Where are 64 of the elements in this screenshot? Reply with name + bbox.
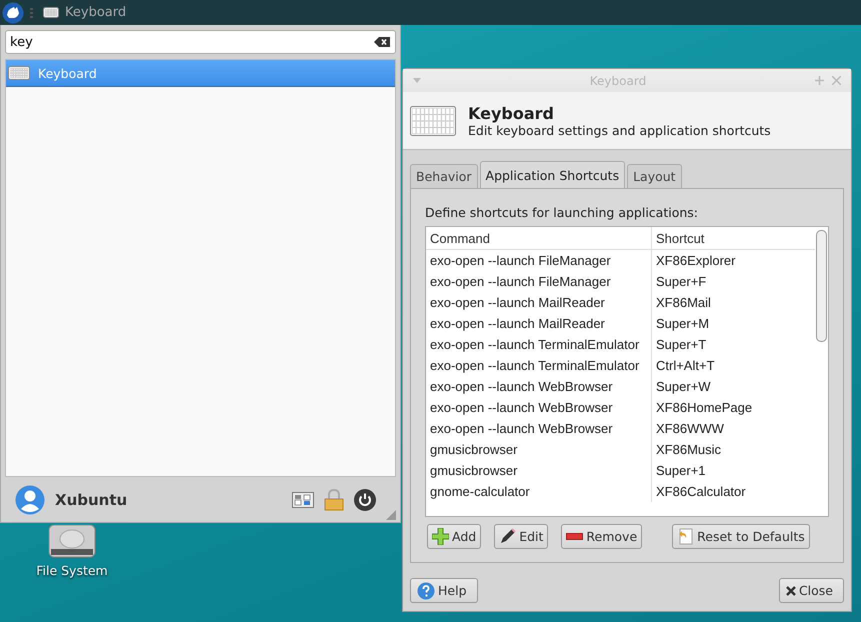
scrollbar-thumb[interactable] bbox=[816, 230, 827, 342]
desktop-icon-label[interactable]: File System bbox=[36, 563, 108, 578]
keyboard-icon bbox=[43, 7, 59, 18]
table-cell-text: Super+M bbox=[655, 316, 710, 331]
tab[interactable]: Behavior bbox=[410, 164, 478, 188]
add-button[interactable]: Add bbox=[427, 524, 482, 548]
revert-document-icon bbox=[677, 528, 694, 544]
table-cell: exo-open --launch WebBrowser bbox=[426, 397, 652, 418]
table-cell-text: Super+W bbox=[655, 379, 711, 394]
table-cell-text: Super+1 bbox=[655, 463, 706, 478]
table-cell-text: XF86Calculator bbox=[655, 484, 746, 499]
table-cell: gnome-calculator bbox=[426, 481, 652, 502]
keyboard-icon bbox=[410, 106, 456, 136]
handle-icon bbox=[30, 8, 33, 18]
tab[interactable]: Application Shortcuts bbox=[480, 161, 626, 188]
dialog-subtitle: Edit keyboard settings and application shortcuts bbox=[468, 122, 771, 138]
search-field[interactable]: key bbox=[5, 30, 396, 54]
table-cell-text: XF86WWW bbox=[655, 421, 724, 436]
resize-grip-icon[interactable] bbox=[386, 510, 396, 520]
table-cell: exo-open --launch MailReader bbox=[426, 313, 652, 334]
table-cell-text: XF86Explorer bbox=[655, 253, 736, 268]
user-name: Xubuntu bbox=[55, 490, 128, 508]
settings-manager-icon[interactable] bbox=[292, 492, 314, 508]
close-icon[interactable] bbox=[832, 76, 841, 86]
column-header[interactable]: Command bbox=[426, 227, 652, 249]
help-button[interactable]: Help bbox=[410, 578, 478, 603]
table-cell-text: Super+T bbox=[655, 337, 706, 352]
table-cell: exo-open --launch TerminalEmulator bbox=[426, 355, 652, 376]
clear-icon[interactable] bbox=[374, 37, 390, 47]
reset-button[interactable]: Reset to Defaults bbox=[672, 524, 810, 548]
window-title: Keyboard bbox=[588, 74, 648, 88]
dialog-heading: Keyboard bbox=[468, 104, 555, 123]
table-cell-text: XF86Mail bbox=[655, 295, 711, 310]
table-cell-text: XF86Music bbox=[655, 442, 722, 457]
taskbar-button[interactable]: Keyboard bbox=[39, 5, 130, 20]
table-cell: exo-open --launch WebBrowser bbox=[426, 418, 652, 439]
table-cell-text: Super+F bbox=[655, 274, 706, 289]
window-menu-icon[interactable] bbox=[413, 78, 421, 84]
table-cell: exo-open --launch FileManager bbox=[426, 250, 652, 271]
column-header[interactable]: Shortcut bbox=[652, 230, 704, 246]
table-cell: exo-open --launch WebBrowser bbox=[426, 376, 652, 397]
close-button[interactable]: Close bbox=[778, 578, 844, 603]
pencil-icon bbox=[499, 528, 516, 544]
remove-button[interactable]: Remove bbox=[561, 524, 642, 548]
keyboard-icon bbox=[8, 66, 30, 80]
help-icon bbox=[417, 582, 435, 600]
description-text: Define shortcuts for launching applications: bbox=[425, 205, 699, 220]
table-cell-text: XF86HomePage bbox=[655, 400, 752, 415]
table-cell-text: Ctrl+Alt+T bbox=[655, 358, 715, 373]
table-cell: gmusicbrowser bbox=[426, 439, 652, 460]
table-cell: exo-open --launch FileManager bbox=[426, 271, 652, 292]
hard-drive-icon[interactable] bbox=[47, 523, 97, 559]
plus-icon bbox=[432, 528, 449, 544]
table-cell: exo-open --launch MailReader bbox=[426, 292, 652, 313]
table-cell: exo-open --launch TerminalEmulator bbox=[426, 334, 652, 355]
table-cell: gmusicbrowser bbox=[426, 460, 652, 481]
edit-button[interactable]: Edit bbox=[494, 524, 548, 548]
power-icon[interactable] bbox=[354, 488, 376, 510]
close-icon bbox=[786, 586, 796, 596]
user-avatar-icon bbox=[15, 484, 45, 514]
menu-logo-icon[interactable] bbox=[2, 2, 24, 24]
tab[interactable]: Layout bbox=[627, 164, 682, 188]
maximize-icon[interactable] bbox=[815, 76, 824, 86]
lock-icon[interactable] bbox=[324, 488, 344, 510]
